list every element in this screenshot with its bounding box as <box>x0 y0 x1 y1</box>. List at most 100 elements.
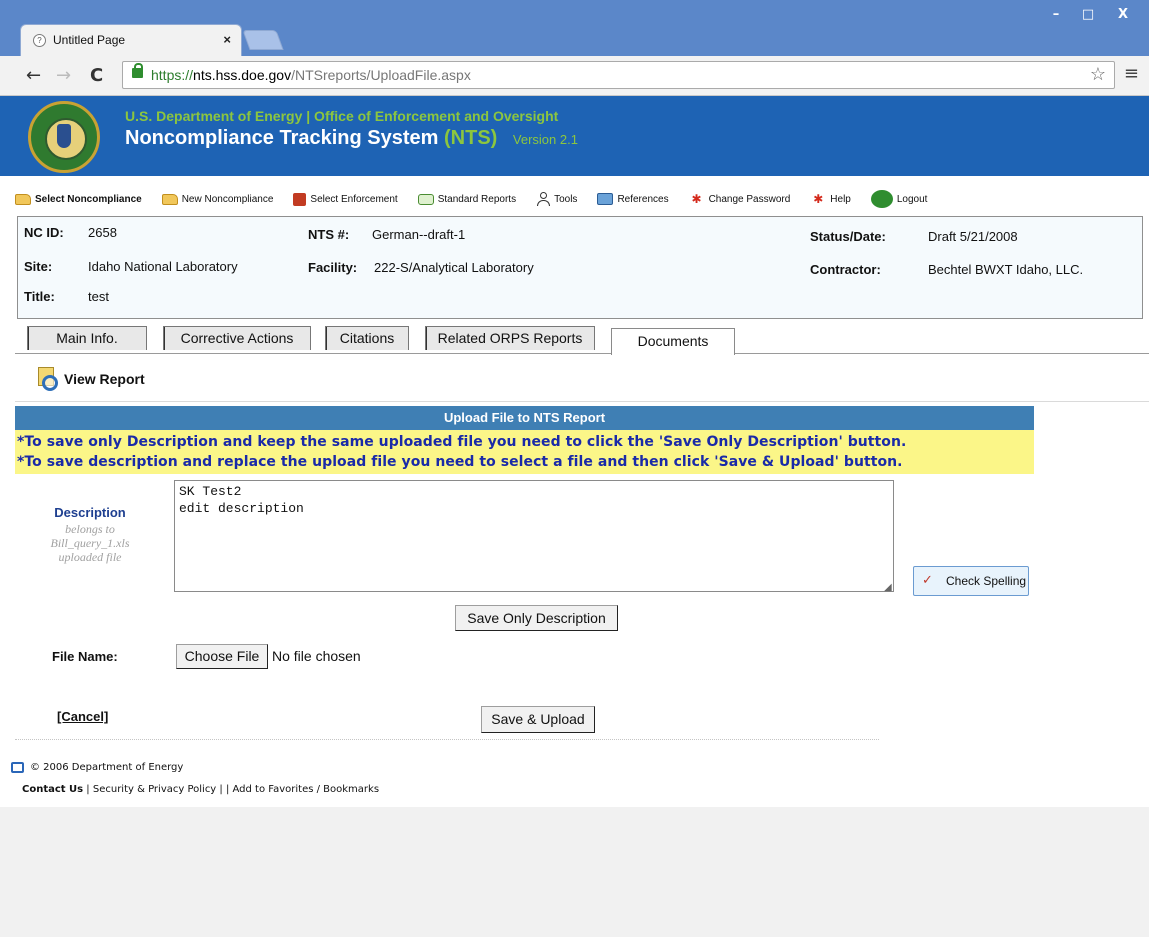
system-name: Noncompliance Tracking System <box>125 127 439 149</box>
menu-references[interactable]: References <box>597 193 669 205</box>
description-help: belongs to Bill_query_1.xls uploaded fil… <box>20 522 160 564</box>
menu-label: Logout <box>896 193 928 205</box>
nts-number-label: NTS #: <box>308 227 350 242</box>
new-tab-button[interactable] <box>242 30 284 50</box>
check-spelling-button[interactable]: ✓ Check Spelling <box>913 566 1029 596</box>
help-icon: ✱ <box>813 191 824 206</box>
menu-new-noncompliance[interactable]: New Noncompliance <box>161 193 274 205</box>
menu-label: Select Noncompliance <box>35 193 142 205</box>
menu-tools[interactable]: Tools <box>536 192 577 206</box>
system-title: Noncompliance Tracking System (NTS) Vers… <box>125 127 578 150</box>
favorites-link[interactable]: Add to Favorites / Bookmarks <box>233 784 380 795</box>
menu-label: References <box>617 193 669 205</box>
nc-id-value: 2658 <box>88 225 117 240</box>
copyright-text: © 2006 Department of Energy <box>30 762 184 773</box>
resize-grip-icon[interactable]: ◢ <box>884 582 892 593</box>
spellcheck-icon: ✓ <box>922 573 933 588</box>
url-scheme: https:// <box>151 67 194 83</box>
file-name-label: File Name: <box>52 649 118 664</box>
file-status-text: No file chosen <box>272 648 361 664</box>
seal-shield-icon <box>57 124 71 148</box>
view-report-link[interactable]: View Report <box>36 367 145 391</box>
doe-seal-logo <box>28 101 100 173</box>
menu-help[interactable]: ✱ Help <box>810 193 851 206</box>
instruction-line-1: *To save only Description and keep the s… <box>17 434 907 450</box>
lock-icon <box>132 63 143 78</box>
record-tabs: Main Info. Corrective Actions Citations … <box>15 324 1149 355</box>
logout-icon <box>870 190 893 208</box>
browser-tab[interactable]: ? Untitled Page × <box>20 24 242 56</box>
footer-separator: | <box>83 784 93 795</box>
folder-icon <box>161 193 178 205</box>
contractor-value: Bechtel BWXT Idaho, LLC. <box>928 262 1084 277</box>
description-textarea[interactable]: SK Test2 edit description <box>174 480 894 592</box>
uploaded-file-name: Bill_query_1.xls <box>50 536 130 550</box>
minimize-icon[interactable]: – <box>1041 6 1071 24</box>
view-report-label: View Report <box>64 371 145 387</box>
menu-logout[interactable]: Logout <box>870 190 928 208</box>
url-path: /NTSreports/UploadFile.aspx <box>291 67 471 83</box>
privacy-policy-link[interactable]: Security & Privacy Policy <box>93 784 216 795</box>
window-close-icon[interactable]: X <box>1105 6 1141 24</box>
url-text[interactable]: https://nts.hss.doe.gov/NTSreports/Uploa… <box>151 67 471 83</box>
window-controls: – □ X <box>1041 6 1141 24</box>
footer-links: Contact Us | Security & Privacy Policy |… <box>22 784 379 795</box>
description-help-line: uploaded file <box>58 550 122 564</box>
url-host: nts.hss.doe.gov <box>193 67 292 83</box>
form-divider <box>15 739 879 740</box>
bookmark-star-icon[interactable]: ☆ <box>1090 64 1106 85</box>
save-and-upload-button[interactable]: Save & Upload <box>481 706 595 733</box>
maximize-icon[interactable]: □ <box>1073 6 1103 24</box>
title-label: Title: <box>24 289 55 304</box>
references-icon <box>597 193 614 205</box>
browser-toolbar: ← → C https://nts.hss.doe.gov/NTSreports… <box>0 56 1149 96</box>
browser-tab-title: Untitled Page <box>53 33 126 47</box>
check-spelling-label: Check Spelling <box>946 574 1027 588</box>
site-value: Idaho National Laboratory <box>88 259 238 274</box>
footer-copyright: © 2006 Department of Energy <box>11 762 183 773</box>
facility-label: Facility: <box>308 260 358 275</box>
reload-icon[interactable]: C <box>90 65 103 86</box>
folder-icon <box>15 193 31 205</box>
back-arrow-icon[interactable]: ← <box>26 65 41 86</box>
facility-value: 222-S/Analytical Laboratory <box>374 260 534 275</box>
instruction-line-2: *To save description and replace the upl… <box>17 454 903 470</box>
menu-standard-reports[interactable]: Standard Reports <box>417 193 517 205</box>
choose-file-button[interactable]: Choose File <box>176 644 268 669</box>
tab-documents[interactable]: Documents <box>611 328 735 355</box>
nc-id-label: NC ID: <box>24 225 64 240</box>
user-icon <box>536 192 551 206</box>
nts-number-value: German--draft-1 <box>372 227 466 242</box>
contractor-label: Contractor: <box>810 262 881 277</box>
browser-titlebar: ? Untitled Page × – □ X <box>0 0 1149 56</box>
site-label: Site: <box>24 259 53 274</box>
agency-title: U.S. Department of Energy | Office of En… <box>125 108 559 124</box>
upload-instructions: *To save only Description and keep the s… <box>15 430 1034 474</box>
menu-select-enforcement[interactable]: Select Enforcement <box>293 192 398 206</box>
cancel-link[interactable]: [Cancel] <box>57 709 108 724</box>
printer-icon[interactable] <box>11 762 24 773</box>
menu-label: Select Enforcement <box>310 193 398 205</box>
tab-related-orps-reports[interactable]: Related ORPS Reports <box>425 326 595 350</box>
key-icon: ✱ <box>691 191 702 206</box>
menu-label: Help <box>830 193 851 205</box>
save-only-description-button[interactable]: Save Only Description <box>455 605 618 631</box>
tab-main-info[interactable]: Main Info. <box>27 326 147 350</box>
page-bottom-area <box>0 807 1149 937</box>
status-label: Status/Date: <box>810 229 886 244</box>
tab-citations[interactable]: Citations <box>325 326 409 350</box>
menu-change-password[interactable]: ✱ Change Password <box>689 193 791 206</box>
contact-us-link[interactable]: Contact Us <box>22 784 83 795</box>
address-bar[interactable]: https://nts.hss.doe.gov/NTSreports/Uploa… <box>122 61 1115 89</box>
footer-separator: | | <box>216 784 233 795</box>
menu-label: Standard Reports <box>437 193 517 205</box>
browser-menu-icon[interactable]: ≡ <box>1124 63 1139 84</box>
forward-arrow-icon[interactable]: → <box>56 65 71 86</box>
status-value: Draft 5/21/2008 <box>928 229 1018 244</box>
version-label: Version 2.1 <box>512 132 578 147</box>
menu-select-noncompliance[interactable]: Select Noncompliance <box>15 193 142 205</box>
tab-corrective-actions[interactable]: Corrective Actions <box>163 326 311 350</box>
menu-label: New Noncompliance <box>181 193 274 205</box>
section-divider <box>15 401 1149 402</box>
tab-close-icon[interactable]: × <box>223 32 231 47</box>
